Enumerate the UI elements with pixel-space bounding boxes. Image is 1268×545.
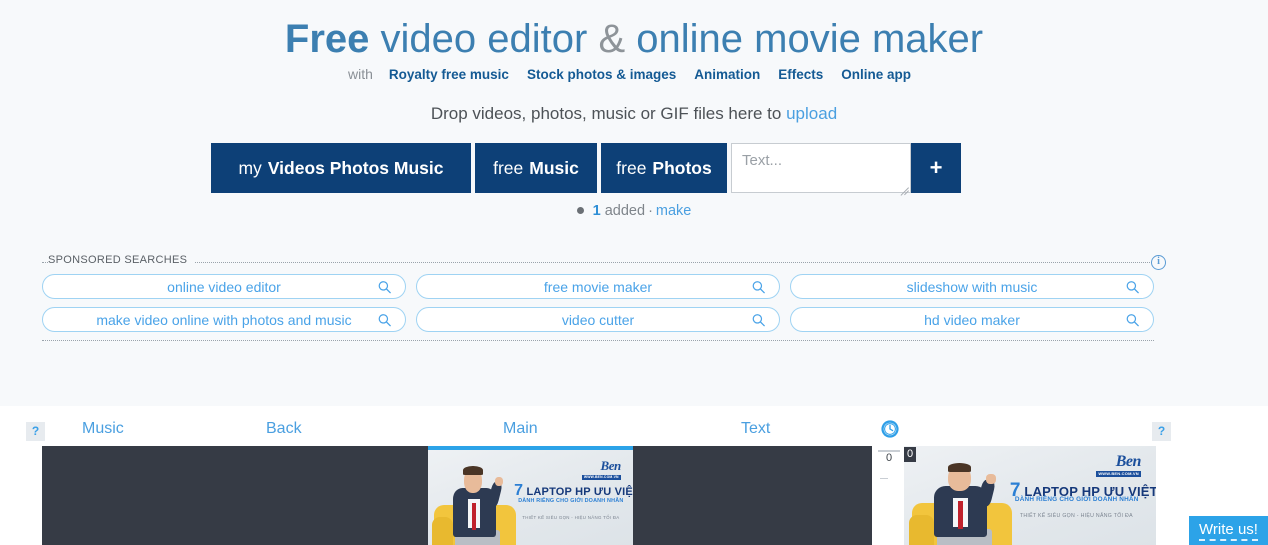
- search-icon: [1126, 313, 1139, 326]
- page-title: Free video editor & online movie maker: [0, 16, 1268, 62]
- ben-brand-logo: Ben WWW.BEN.COM.VN: [1096, 452, 1142, 477]
- ben-brand-sub: WWW.BEN.COM.VN: [1096, 470, 1141, 477]
- timeline-track-tabs: Music Back Main Text: [42, 420, 872, 447]
- tab-free-photos[interactable]: free Photos: [601, 143, 727, 193]
- write-us-label: Write us!: [1199, 521, 1258, 541]
- sponsored-pill-label: slideshow with music: [906, 278, 1038, 295]
- subnav-link-royalty-free-music[interactable]: Royalty free music: [389, 67, 509, 82]
- search-icon: [378, 280, 391, 293]
- tab-music-lead: free: [493, 157, 524, 178]
- person-hair-shape: [463, 466, 483, 475]
- tab-photos-bold: Photos: [652, 157, 712, 178]
- ben-brand-name: Ben: [600, 457, 622, 473]
- text-input[interactable]: [731, 143, 911, 193]
- person-hair-shape: [947, 462, 972, 472]
- person-tie-shape: [471, 503, 477, 530]
- make-link[interactable]: make: [656, 203, 691, 219]
- subnav-link-animation[interactable]: Animation: [694, 67, 760, 82]
- timeline-scale: 0: [874, 446, 904, 545]
- sponsored-top-divider: [42, 262, 1154, 263]
- sponsored-pill-video-cutter[interactable]: video cutter: [416, 307, 780, 332]
- search-icon: [752, 313, 765, 326]
- status-bullet-icon: [576, 206, 584, 214]
- sponsored-pill-hd-video-maker[interactable]: hd video maker: [790, 307, 1154, 332]
- preview-zero-label: 0: [904, 447, 916, 462]
- clip-thumbnail: Ben WWW.BEN.COM.VN 7 LAPTOP HP ƯU VIỆT D…: [428, 450, 633, 545]
- tab-music-bold: Music: [529, 157, 579, 178]
- sponsored-pill-free-movie-maker[interactable]: free movie maker: [416, 274, 780, 299]
- track-tab-back[interactable]: Back: [266, 420, 302, 438]
- subnav-link-online-app[interactable]: Online app: [841, 67, 911, 82]
- info-icon[interactable]: i: [1151, 255, 1166, 270]
- sponsored-pill-label: video cutter: [561, 311, 635, 328]
- sponsored-searches-label: SPONSORED SEARCHES: [48, 254, 195, 266]
- sponsored-searches-section: SPONSORED SEARCHES i online video editor…: [42, 254, 1166, 342]
- clock-icon[interactable]: [880, 419, 900, 439]
- tab-free-music[interactable]: free Music: [475, 143, 597, 193]
- search-icon: [1126, 280, 1139, 293]
- track-tab-main[interactable]: Main: [503, 420, 538, 438]
- video-preview-pane[interactable]: Ben WWW.BEN.COM.VN 7 LAPTOP HP ƯU VIỆT D…: [904, 446, 1156, 545]
- ben-brand-logo: Ben WWW.BEN.COM.VN: [581, 457, 622, 480]
- ad-tagline: THIẾT KẾ SIÊU GỌN - HIỆU NĂNG TỐI ĐA: [522, 514, 620, 520]
- page-title-ampersand: &: [598, 17, 626, 61]
- tab-my-videos-photos-music[interactable]: my Videos Photos Music: [211, 143, 471, 193]
- timeline-clip-selected[interactable]: Ben WWW.BEN.COM.VN 7 LAPTOP HP ƯU VIỆT D…: [428, 446, 633, 545]
- editor-section: ? ? Music Back Main Text Ben WWW.BEN.COM: [0, 406, 1268, 545]
- sponsored-pill-make-video-online[interactable]: make video online with photos and music: [42, 307, 406, 332]
- sponsored-bottom-divider: [42, 340, 1154, 341]
- sofa-arm-shape: [909, 515, 935, 545]
- media-tab-bar: my Videos Photos Music free Music free Phot…: [211, 143, 961, 193]
- ben-brand-sub: WWW.BEN.COM.VN: [581, 474, 621, 480]
- status-added-label: added: [604, 203, 646, 219]
- hero-section: Free video editor & online movie maker w…: [0, 0, 1268, 406]
- text-input-wrapper: [731, 143, 911, 193]
- ben-brand-name: Ben: [1115, 452, 1142, 470]
- subnav-link-effects[interactable]: Effects: [778, 67, 823, 82]
- sponsored-pill-label: free movie maker: [543, 278, 653, 295]
- ad-headline-text: LAPTOP HP ƯU VIỆT: [526, 486, 633, 499]
- page-title-part3: online movie maker: [625, 17, 984, 61]
- status-line: 1 added · make: [0, 203, 1268, 219]
- sponsored-row-1: online video editor free movie maker sli…: [42, 274, 1154, 299]
- track-tab-music[interactable]: Music: [82, 420, 124, 438]
- preview-thumbnail: Ben WWW.BEN.COM.VN 7 LAPTOP HP ƯU VIỆT D…: [904, 446, 1156, 545]
- sponsored-pill-label: make video online with photos and music: [96, 311, 352, 328]
- drop-zone-text: Drop videos, photos, music or GIF files …: [0, 104, 1268, 124]
- person-tie-shape: [957, 501, 964, 530]
- sponsored-pill-slideshow-with-music[interactable]: slideshow with music: [790, 274, 1154, 299]
- timeline-track[interactable]: Ben WWW.BEN.COM.VN 7 LAPTOP HP ƯU VIỆT D…: [42, 446, 872, 545]
- page-title-part2: video editor: [369, 17, 599, 61]
- search-icon: [752, 280, 765, 293]
- sponsored-row-2: make video online with photos and music …: [42, 307, 1154, 332]
- ad-tagline: THIẾT KẾ SIÊU GỌN - HIỆU NĂNG TỐI ĐA: [1019, 513, 1133, 520]
- search-icon: [378, 313, 391, 326]
- person-hand-shape: [985, 473, 996, 484]
- write-us-button[interactable]: Write us!: [1189, 516, 1268, 545]
- subnav-with-label: with: [347, 66, 373, 82]
- add-text-button[interactable]: +: [911, 143, 961, 193]
- status-count: 1: [592, 203, 601, 219]
- ad-subline: DÀNH RIÊNG CHO GIỚI DOANH NHÂN: [518, 497, 624, 504]
- status-separator: ·: [648, 203, 653, 219]
- drop-zone-instruction: Drop videos, photos, music or GIF files …: [430, 104, 787, 123]
- sponsored-pill-label: hd video maker: [924, 311, 1020, 328]
- upload-link[interactable]: upload: [786, 104, 837, 123]
- page-title-free: Free: [284, 17, 370, 61]
- sponsored-pill-online-video-editor[interactable]: online video editor: [42, 274, 406, 299]
- person-hand-shape: [494, 476, 503, 487]
- ad-subline: DÀNH RIÊNG CHO GIỚI DOANH NHÂN: [1014, 495, 1139, 503]
- tab-my-lead: my: [238, 157, 262, 178]
- tab-photos-lead: free: [616, 157, 647, 178]
- tab-my-bold: Videos Photos Music: [267, 157, 444, 178]
- scale-zero-label: 0: [885, 452, 893, 464]
- sofa-arm-shape: [432, 516, 453, 545]
- subnav: with Royalty free music Stock photos & ima…: [0, 66, 1268, 82]
- sponsored-pill-label: online video editor: [167, 278, 281, 295]
- subnav-link-stock-photos-images[interactable]: Stock photos & images: [527, 67, 676, 82]
- track-tab-text[interactable]: Text: [741, 420, 770, 438]
- scale-dash-mark: [880, 478, 888, 479]
- help-icon-right[interactable]: ?: [1152, 422, 1171, 441]
